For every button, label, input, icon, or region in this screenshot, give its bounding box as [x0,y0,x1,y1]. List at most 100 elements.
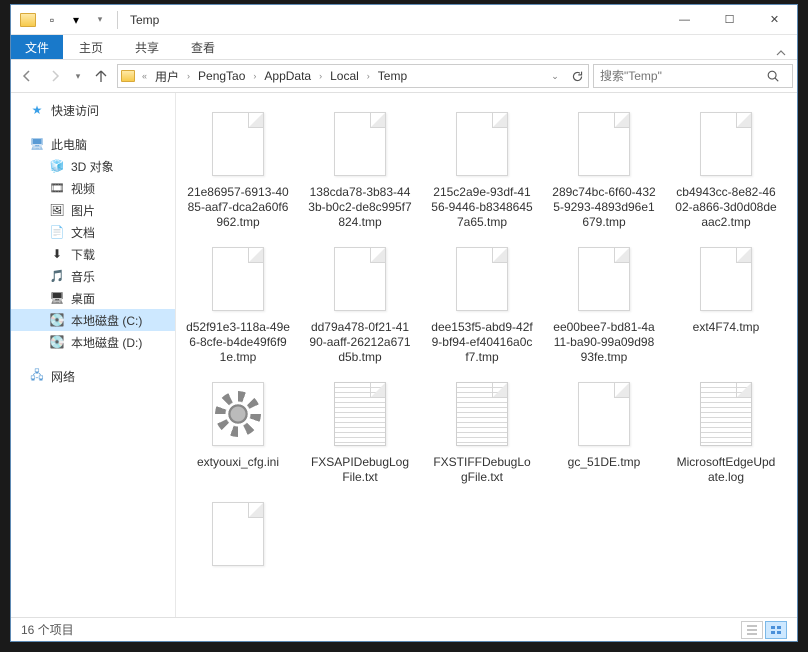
file-icon [694,377,758,451]
file-item[interactable]: 215c2a9e-93df-4156-9446-b83486457a65.tmp [428,103,536,234]
file-item[interactable]: dd79a478-0f21-4190-aaff-26212a671d5b.tmp [306,238,414,369]
breadcrumb[interactable]: AppData [260,65,315,87]
nav-child-icon: 🖥 [49,290,65,306]
nav-history-dropdown[interactable]: ▾ [71,64,85,88]
nav-child-label: 视频 [71,180,95,197]
file-name: 21e86957-6913-4085-aaf7-dca2a60f6962.tmp [186,185,290,230]
nav-child-label: 图片 [71,202,95,219]
address-box[interactable]: « 用户› PengTao› AppData› Local› Temp ⌄ [117,64,589,88]
network-icon: 🖧 [29,368,45,384]
file-item[interactable]: cb4943cc-8e82-4602-a866-3d0d08deaac2.tmp [672,103,780,234]
nav-child-icon: 📄 [49,224,65,240]
file-icon [206,107,270,181]
file-name: 138cda78-3b83-443b-b0c2-de8c995f7824.tmp [308,185,412,230]
chevron-right-icon[interactable]: › [363,71,374,81]
file-tab[interactable]: 文件 [11,35,63,59]
file-item[interactable]: gc_51DE.tmp [550,373,658,489]
file-item[interactable]: 289c74bc-6f60-4325-9293-4893d96e1679.tmp [550,103,658,234]
address-dropdown-button[interactable]: ⌄ [544,65,566,87]
breadcrumb[interactable]: Temp [374,65,411,87]
file-name: 215c2a9e-93df-4156-9446-b83486457a65.tmp [430,185,534,230]
view-details-button[interactable] [741,621,763,639]
nav-label: 网络 [51,368,75,385]
file-name: gc_51DE.tmp [568,455,641,470]
file-item[interactable]: ext4F74.tmp [672,238,780,369]
nav-pc-child[interactable]: 🎞视频 [11,177,175,199]
file-item[interactable]: d52f91e3-118a-49e6-8cfe-b4de49f6f91e.tmp [184,238,292,369]
file-name: FXSTIFFDebugLogFile.txt [430,455,534,485]
file-name: ee00bee7-bd81-4a11-ba90-99a09d9893fe.tmp [552,320,656,365]
nav-child-label: 本地磁盘 (D:) [71,334,142,351]
chevron-right-icon[interactable]: › [315,71,326,81]
nav-child-icon: 💽 [49,312,65,328]
ribbon-expand-button[interactable] [765,47,797,59]
breadcrumb[interactable]: Local [326,65,363,87]
file-item[interactable]: ee00bee7-bd81-4a11-ba90-99a09d9893fe.tmp [550,238,658,369]
address-bar-row: ▾ « 用户› PengTao› AppData› Local› Temp ⌄ [11,59,797,93]
file-item[interactable]: extyouxi_cfg.ini [184,373,292,489]
chevron-right-icon[interactable]: › [249,71,260,81]
qa-properties[interactable]: ▫ [41,9,63,31]
file-item[interactable]: FXSTIFFDebugLogFile.txt [428,373,536,489]
nav-pc-child[interactable]: 🧊3D 对象 [11,155,175,177]
file-item[interactable] [184,493,292,579]
file-item[interactable]: dee153f5-abd9-42f9-bf94-ef40416a0cf7.tmp [428,238,536,369]
ribbon-tab-view[interactable]: 查看 [175,35,231,59]
breadcrumb[interactable]: PengTao [194,65,249,87]
nav-pc-child[interactable]: 🖼 图片 [11,199,175,221]
maximize-button[interactable]: ☐ [707,5,752,34]
file-item[interactable]: 21e86957-6913-4085-aaf7-dca2a60f6962.tmp [184,103,292,234]
nav-pc-child[interactable]: 💽本地磁盘 (D:) [11,331,175,353]
file-icon [328,107,392,181]
nav-pc-child[interactable]: 💽本地磁盘 (C:) [11,309,175,331]
chevron-right-icon[interactable]: › [183,71,194,81]
search-icon[interactable] [766,69,792,83]
breadcrumb[interactable]: 用户 [151,65,183,87]
nav-pc-child[interactable]: 📄 文档 [11,221,175,243]
nav-up-button[interactable] [89,64,113,88]
nav-pc-child[interactable]: 🖥 桌面 [11,287,175,309]
ribbon-tab-share[interactable]: 共享 [119,35,175,59]
nav-forward-button[interactable] [43,64,67,88]
file-explorer-window: ▫ ▾ ▾ Temp — ☐ ✕ 文件 主页 共享 查看 ▾ [10,4,798,642]
file-grid: 21e86957-6913-4085-aaf7-dca2a60f6962.tmp… [184,103,789,579]
window-title: Temp [130,13,159,27]
qa-newfolder[interactable]: ▾ [65,9,87,31]
view-icons-button[interactable] [765,621,787,639]
nav-pc-child[interactable]: 🎵音乐 [11,265,175,287]
search-box[interactable] [593,64,793,88]
refresh-button[interactable] [566,65,588,87]
file-name: FXSAPIDebugLogFile.txt [308,455,412,485]
qa-customize[interactable]: ▾ [89,9,111,31]
nav-pc-child[interactable]: ⬇下载 [11,243,175,265]
nav-network[interactable]: 🖧 网络 [11,365,175,387]
window-controls: — ☐ ✕ [662,5,797,34]
nav-child-label: 文档 [71,224,95,241]
ribbon-tabs: 文件 主页 共享 查看 [11,35,797,59]
file-item[interactable]: MicrosoftEdgeUpdate.log [672,373,780,489]
star-icon: ★ [29,102,45,118]
quick-access-toolbar: ▫ ▾ ▾ Temp [11,9,159,31]
close-button[interactable]: ✕ [752,5,797,34]
nav-back-button[interactable] [15,64,39,88]
item-count: 16 个项目 [21,621,74,638]
nav-child-icon: 🖼 [49,202,65,218]
nav-child-label: 桌面 [71,290,95,307]
nav-this-pc[interactable]: 🖥 此电脑 [11,133,175,155]
file-item[interactable]: FXSAPIDebugLogFile.txt [306,373,414,489]
address-folder-icon [118,70,138,82]
file-name: d52f91e3-118a-49e6-8cfe-b4de49f6f91e.tmp [186,320,290,365]
nav-quick-access[interactable]: ★ 快速访问 [11,99,175,121]
minimize-button[interactable]: — [662,5,707,34]
content-area[interactable]: 21e86957-6913-4085-aaf7-dca2a60f6962.tmp… [176,93,797,617]
nav-child-icon: 🎵 [49,268,65,284]
file-icon [206,497,270,571]
nav-label: 快速访问 [51,102,99,119]
view-toggle-group [741,621,787,639]
file-icon [206,377,270,451]
ribbon-tab-home[interactable]: 主页 [63,35,119,59]
file-item[interactable]: 138cda78-3b83-443b-b0c2-de8c995f7824.tmp [306,103,414,234]
search-input[interactable] [594,69,766,83]
nav-child-label: 3D 对象 [71,158,114,175]
breadcrumb-overflow[interactable]: « [138,71,151,81]
